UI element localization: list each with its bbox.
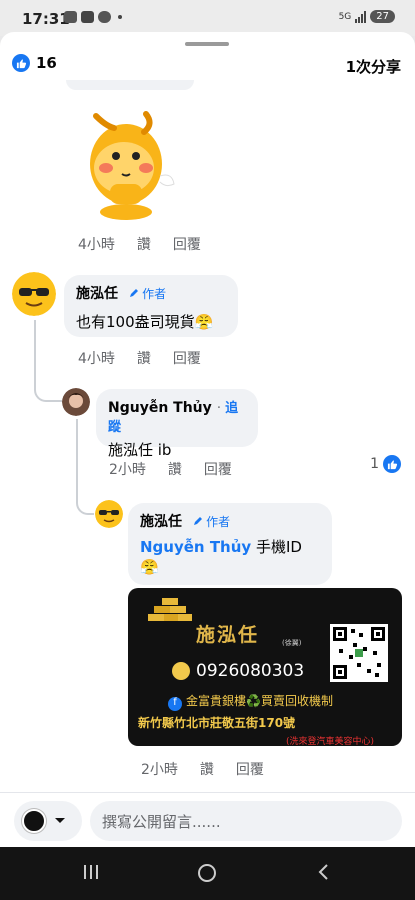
comment-composer: 撰寫公開留言...... (0, 792, 415, 847)
thread-line (34, 320, 62, 402)
like-button[interactable]: 讚 (137, 348, 151, 368)
card-phone: 0926080303 (172, 661, 304, 681)
comment-bubble[interactable]: Nguyễn Thủy · 追蹤 施泓任 ib (96, 389, 258, 459)
previous-comment-bubble (66, 80, 194, 90)
avatar[interactable] (62, 388, 90, 416)
comment-time: 4小時 (78, 237, 115, 253)
network-label: 5G (338, 11, 352, 22)
more-notifications-icon (118, 15, 122, 19)
status-bar: 17:31 5G 27 (0, 0, 415, 36)
gold-bars-icon (148, 598, 192, 621)
card-line: f 金富貴銀樓♻️買賣回收機制 (168, 692, 333, 711)
sticker-image (90, 111, 175, 220)
comments-sheet: 16 1次分享 4小時 讚 回覆 施泓任 作者 也有100盎司現貨😤 4小時 讚… (0, 32, 415, 847)
comment-actions: 4小時 讚 回覆 (78, 348, 201, 368)
emoji: 😤 (140, 558, 159, 576)
reply-button[interactable]: 回覆 (236, 759, 264, 779)
separator-dot: · (216, 401, 226, 416)
like-count: 1 (370, 456, 379, 472)
pencil-icon (194, 517, 203, 525)
author-badge: 作者 (129, 285, 166, 302)
card-phone-number: 0926080303 (196, 661, 305, 681)
comment-image[interactable]: 施泓任 (徐翼) 0926080303 f 金富貴銀樓♻️買賣回收機制 新竹縣竹北… (128, 588, 402, 746)
comment-actions: 2小時 讚 回覆 (141, 759, 264, 779)
system-status: 5G 27 (339, 10, 395, 23)
comment-time: 4小時 (78, 351, 115, 367)
mention-link[interactable]: Nguyễn Thủy (140, 538, 251, 556)
battery-level: 27 (370, 10, 395, 23)
avatar[interactable] (95, 500, 123, 528)
card-note: (洗來登汽車美容中心) (286, 737, 375, 746)
commenter-name[interactable]: 施泓任 (76, 286, 118, 302)
share-count[interactable]: 1次分享 (346, 56, 401, 77)
comment-text: 施泓任 ib (108, 441, 172, 459)
recent-apps-icon[interactable] (80, 861, 102, 883)
line-icon (98, 11, 111, 23)
author-label: 作者 (142, 286, 167, 301)
gallery-icon (64, 11, 77, 23)
comment-text: Nguyễn Thủy 手機ID 😤 (140, 537, 320, 577)
reply-button[interactable]: 回覆 (173, 348, 201, 368)
comment-time: 2小時 (141, 762, 178, 778)
page-avatar (22, 809, 46, 833)
signal-icon (355, 10, 367, 23)
status-time: 17:31 (22, 10, 70, 28)
back-icon[interactable] (313, 861, 335, 883)
profile-switcher[interactable] (14, 801, 82, 841)
home-icon[interactable] (195, 861, 219, 885)
like-reaction-icon (383, 455, 401, 473)
commenter-name[interactable]: Nguyễn Thủy (108, 400, 212, 416)
facebook-icon: f (168, 697, 182, 711)
avatar[interactable] (12, 272, 56, 316)
commenter-name[interactable]: 施泓任 (140, 514, 182, 530)
comment-body: 手機ID (251, 538, 302, 556)
comment-like-count[interactable]: 1 (370, 455, 401, 473)
comment-bubble[interactable]: 施泓任 作者 也有100盎司現貨😤 (64, 275, 238, 337)
card-address: 新竹縣竹北市莊敬五街170號 (138, 716, 296, 730)
comment-actions: 2小時 讚 回覆 (109, 459, 232, 479)
reply-button[interactable]: 回覆 (173, 234, 201, 254)
author-label: 作者 (206, 514, 231, 529)
thread-line (76, 419, 94, 515)
like-button[interactable]: 讚 (137, 234, 151, 254)
reactions-summary[interactable]: 16 (12, 54, 57, 72)
comment-text: 也有100盎司現貨😤 (76, 313, 214, 331)
qr-code (330, 624, 388, 682)
comment-bubble[interactable]: 施泓任 作者 Nguyễn Thủy 手機ID 😤 (128, 503, 332, 585)
pencil-icon (130, 289, 139, 297)
phone-icon (172, 662, 190, 680)
system-nav-bar (0, 847, 415, 900)
reaction-count: 16 (36, 54, 57, 72)
like-button[interactable]: 讚 (200, 759, 214, 779)
drag-handle[interactable] (185, 42, 229, 46)
comment-time: 2小時 (109, 462, 146, 478)
card-line-text: 金富貴銀樓♻️買賣回收機制 (186, 694, 333, 708)
card-name: 施泓任 (196, 624, 260, 646)
comment-input[interactable]: 撰寫公開留言...... (90, 801, 402, 841)
reply-button[interactable]: 回覆 (204, 459, 232, 479)
like-button[interactable]: 讚 (168, 459, 182, 479)
like-reaction-icon (12, 54, 30, 72)
youtube-icon (81, 11, 94, 23)
chevron-down-icon (55, 818, 65, 823)
author-badge: 作者 (193, 513, 230, 530)
card-subname: (徐翼) (282, 639, 302, 647)
notification-icons (64, 11, 122, 23)
comment-actions: 4小時 讚 回覆 (78, 234, 201, 254)
